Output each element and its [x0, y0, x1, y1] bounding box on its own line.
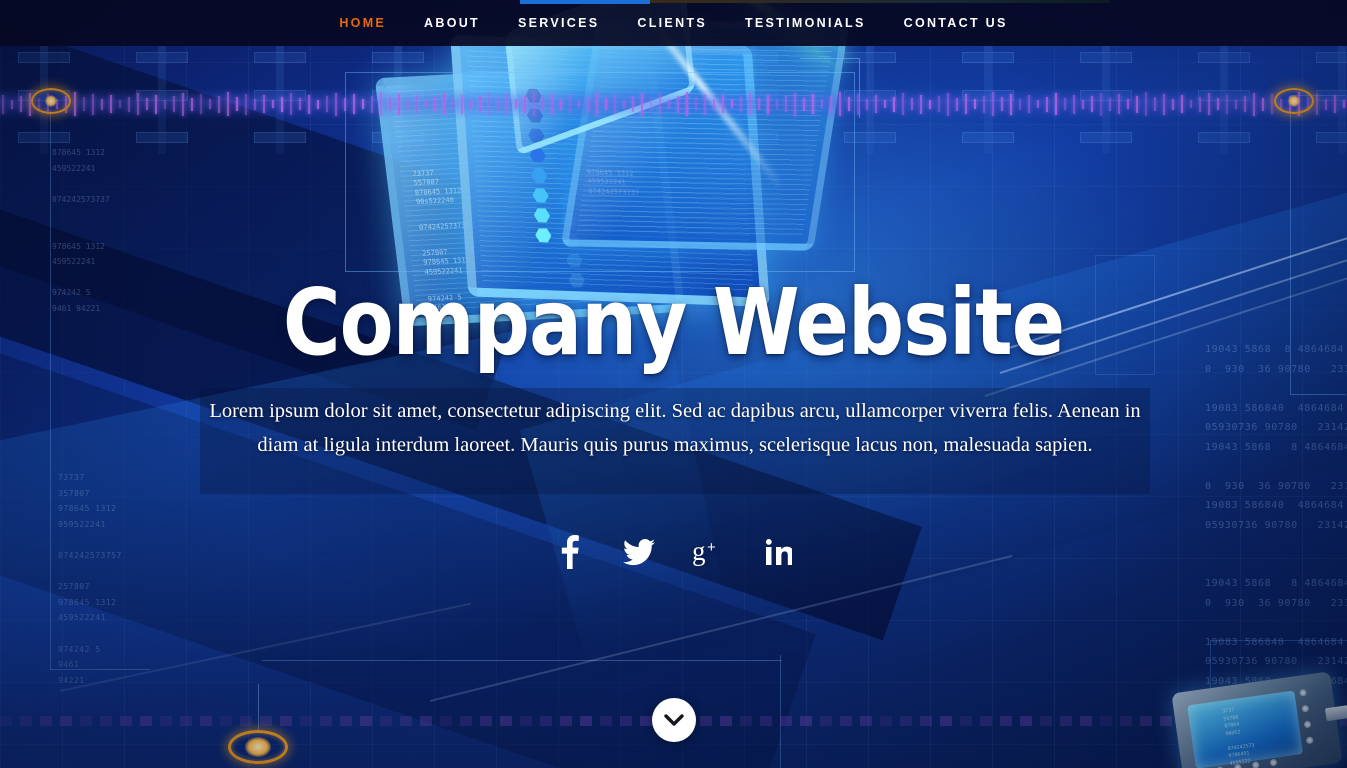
nav-contact-us[interactable]: CONTACT US	[885, 16, 1027, 30]
facebook-icon	[558, 535, 580, 569]
social-links[interactable]: g +	[0, 530, 1347, 574]
site-header: HOME ABOUT SERVICES CLIENTS TESTIMONIALS CONT…	[0, 0, 1347, 46]
main-navigation[interactable]: HOME ABOUT SERVICES CLIENTS TESTIMONIALS CONT…	[0, 0, 1347, 46]
nav-home[interactable]: HOME	[320, 16, 405, 30]
social-linkedin[interactable]	[757, 530, 801, 574]
nav-about[interactable]: ABOUT	[405, 16, 499, 30]
chevron-down-icon	[663, 713, 684, 727]
google-plus-icon: g +	[692, 538, 726, 566]
nav-clients[interactable]: CLIENTS	[618, 16, 726, 30]
svg-text:g: g	[692, 538, 706, 566]
nav-services[interactable]: SERVICES	[499, 16, 618, 30]
scroll-down-button[interactable]	[651, 698, 696, 742]
social-facebook[interactable]	[547, 530, 591, 574]
page-stage: 73737 557807 878645 1312 90s522240 07424…	[0, 0, 1347, 768]
social-google-plus[interactable]: g +	[687, 530, 731, 574]
page-title: Company Website	[282, 269, 1065, 376]
hero-paragraph: Lorem ipsum dolor sit amet, consectetur …	[209, 400, 1141, 456]
hero-section: Company Website Lorem ipsum dolor sit am…	[0, 0, 1347, 768]
twitter-icon	[622, 538, 655, 566]
social-twitter[interactable]	[617, 530, 661, 574]
linkedin-icon	[765, 539, 792, 565]
nav-testimonials[interactable]: TESTIMONIALS	[726, 16, 885, 30]
svg-text:+: +	[707, 539, 716, 556]
